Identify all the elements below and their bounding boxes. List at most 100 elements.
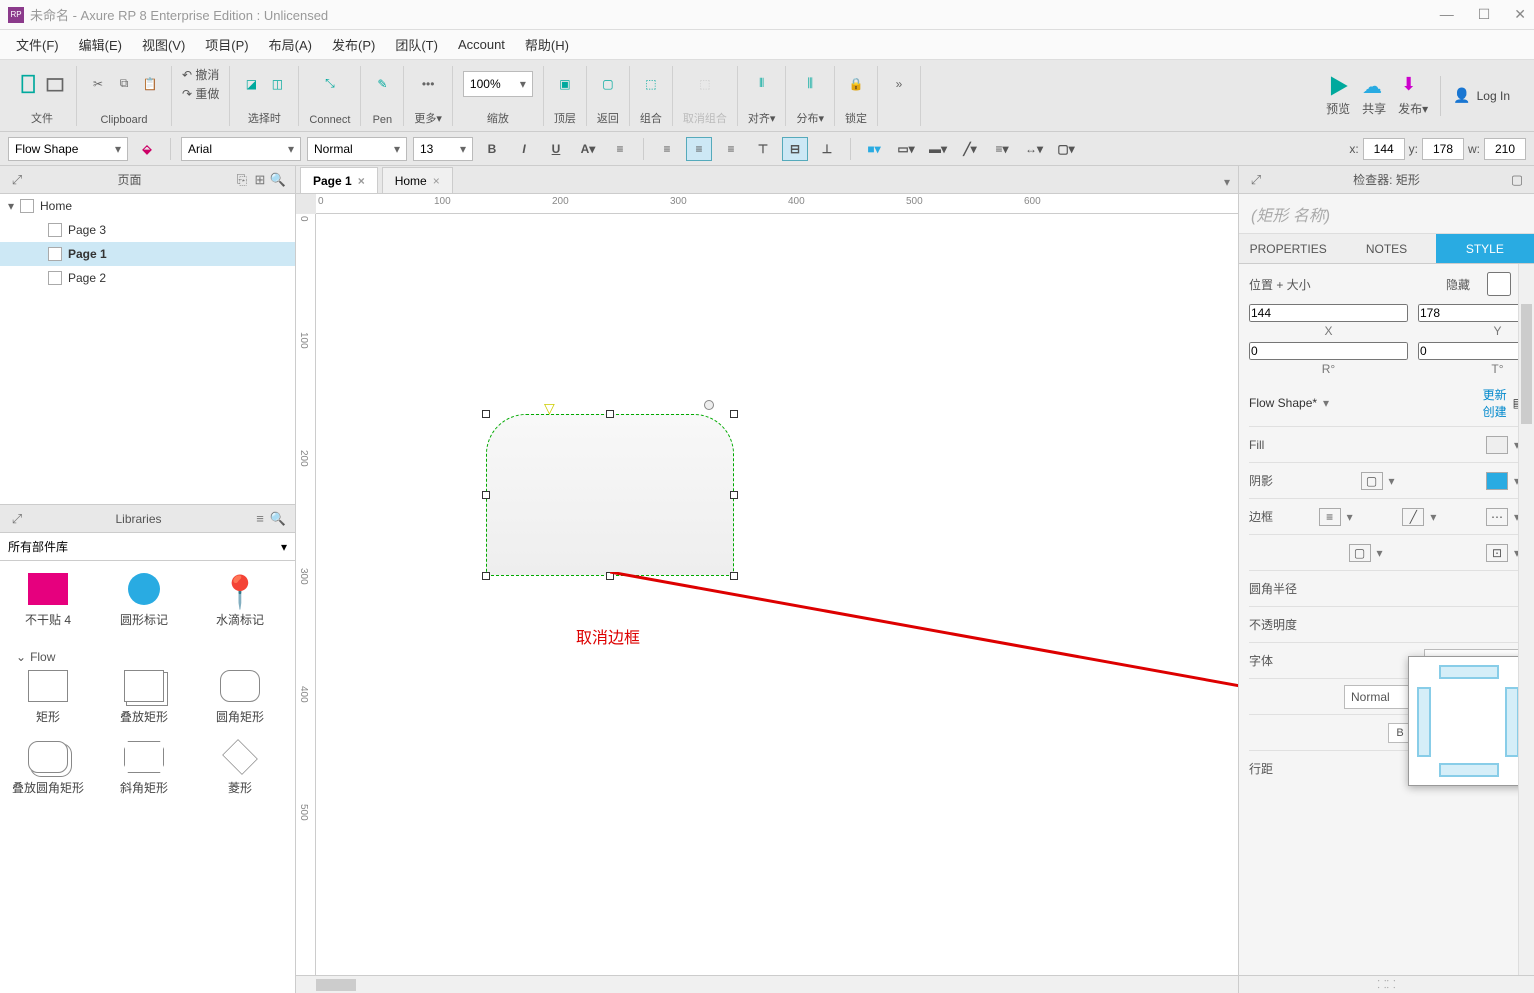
valign-bot-button[interactable]: ⊥ (814, 137, 840, 161)
group-icon[interactable]: ⬚ (640, 73, 662, 95)
line-width-button[interactable]: ▬▾ (925, 137, 951, 161)
resize-handle-w[interactable] (482, 491, 490, 499)
align-label[interactable]: 对齐▾ (748, 110, 776, 126)
paint-format-icon[interactable]: ⬙ (134, 137, 160, 161)
fill-color-button[interactable]: ■▾ (861, 137, 887, 161)
library-select[interactable]: 所有部件库 (0, 533, 295, 561)
menu-publish[interactable]: 发布(P) (324, 31, 383, 58)
bring-front-icon[interactable]: ▣ (554, 73, 576, 95)
lib-circle-marker[interactable]: 圆形标记 (104, 573, 184, 628)
close-button[interactable]: ✕ (1514, 6, 1526, 23)
arrow-style-button[interactable]: ↔▾ (1021, 137, 1047, 161)
fill-swatch[interactable] (1486, 436, 1508, 454)
open-file-icon[interactable] (44, 73, 66, 95)
size-select[interactable]: 13 (413, 137, 473, 161)
lock-icon[interactable]: 🔒 (845, 73, 867, 95)
menu-edit[interactable]: 编辑(E) (71, 31, 130, 58)
share-button[interactable]: ☁共享 (1362, 74, 1386, 117)
menu-team[interactable]: 团队(T) (387, 31, 446, 58)
new-file-icon[interactable] (18, 73, 40, 95)
redo-button[interactable]: ↷ 重做 (182, 85, 219, 102)
border-bottom-toggle[interactable] (1439, 763, 1499, 777)
shape-style-select[interactable]: Flow Shape (8, 137, 128, 161)
valign-mid-button[interactable]: ⊟ (782, 137, 808, 161)
border-top-toggle[interactable] (1439, 665, 1499, 679)
resize-handle-e[interactable] (730, 491, 738, 499)
tree-item-page1[interactable]: Page 1 (0, 242, 295, 266)
inner-shadow-swatch[interactable] (1486, 472, 1508, 490)
close-tab-icon[interactable]: × (433, 174, 440, 188)
italic-button[interactable]: I (511, 137, 537, 161)
corner-visibility-popup[interactable] (1408, 656, 1528, 786)
copy-icon[interactable]: ⧉ (113, 73, 135, 95)
preview-button[interactable]: 预览 (1326, 74, 1350, 117)
valign-top-button[interactable]: ⊤ (750, 137, 776, 161)
insp-y-input[interactable] (1418, 304, 1534, 322)
lib-pin-marker[interactable]: 📍水滴标记 (200, 573, 280, 628)
border-style-swatch[interactable]: ⋯ (1486, 508, 1508, 526)
menu-account[interactable]: Account (450, 33, 513, 56)
border-right-toggle[interactable] (1505, 687, 1519, 757)
x-input[interactable] (1363, 138, 1405, 160)
border-width-swatch[interactable]: ≡ (1319, 508, 1341, 526)
resize-handle-s[interactable] (606, 572, 614, 580)
insp-t-input[interactable] (1418, 342, 1534, 360)
pen-icon[interactable]: ✎ (371, 73, 393, 95)
cut-icon[interactable]: ✂ (87, 73, 109, 95)
line-style-button[interactable]: ╱▾ (957, 137, 983, 161)
widget-name-input[interactable]: (矩形 名称) (1239, 194, 1534, 234)
select-mode-icon[interactable]: ◪ (240, 73, 262, 95)
y-input[interactable] (1422, 138, 1464, 160)
connect-icon[interactable]: ⤡ (319, 73, 341, 95)
ungroup-icon[interactable]: ⬚ (694, 73, 716, 95)
inspector-scrollbar[interactable] (1518, 264, 1534, 975)
menu-view[interactable]: 视图(V) (134, 31, 193, 58)
align-right-button[interactable]: ≡ (718, 137, 744, 161)
close-tab-icon[interactable]: × (358, 174, 365, 188)
insp-x-input[interactable] (1249, 304, 1408, 322)
lib-stack-round[interactable]: 叠放圆角矩形 (8, 741, 88, 796)
border-visible-button[interactable]: ▢▾ (1053, 137, 1079, 161)
lib-sticky[interactable]: 不干贴 4 (8, 573, 88, 628)
menu-project[interactable]: 项目(P) (197, 31, 256, 58)
paste-icon[interactable]: 📋 (139, 73, 161, 95)
search-pages-icon[interactable]: 🔍 (269, 171, 287, 189)
lib-diamond[interactable]: 菱形 (200, 741, 280, 796)
resize-handle-nw[interactable] (482, 410, 490, 418)
lib-menu-icon[interactable]: ≡ (251, 510, 269, 528)
w-input[interactable] (1484, 138, 1526, 160)
lib-round-rect[interactable]: 圆角矩形 (200, 670, 280, 725)
menu-arrange[interactable]: 布局(A) (261, 31, 320, 58)
connector-handle-icon[interactable] (704, 400, 714, 410)
tab-properties[interactable]: PROPERTIES (1239, 234, 1337, 263)
bullets-button[interactable]: ≡ (607, 137, 633, 161)
insp-r-input[interactable] (1249, 342, 1408, 360)
style-name-select[interactable]: Flow Shape* (1249, 396, 1317, 410)
tab-home[interactable]: Home× (382, 167, 453, 193)
tab-style[interactable]: STYLE (1436, 234, 1534, 263)
border-visibility-swatch[interactable]: ▢ (1349, 544, 1371, 562)
resize-handle-sw[interactable] (482, 572, 490, 580)
text-color-button[interactable]: A▾ (575, 137, 601, 161)
resize-handle-n[interactable] (606, 410, 614, 418)
font-select[interactable]: Arial (181, 137, 301, 161)
more-label[interactable]: 更多▾ (414, 110, 442, 126)
weight-select[interactable]: Normal (307, 137, 407, 161)
inspector-page-icon[interactable]: ▢ (1508, 171, 1526, 189)
minimize-button[interactable]: — (1440, 6, 1454, 23)
lib-search-icon[interactable]: 🔍 (269, 510, 287, 528)
outer-shadow-swatch[interactable]: ▢ (1361, 472, 1383, 490)
zoom-select[interactable]: 100% (463, 71, 533, 97)
lib-rect[interactable]: 矩形 (8, 670, 88, 725)
select-contained-icon[interactable]: ◫ (266, 73, 288, 95)
align-icon[interactable]: ⫴ (751, 73, 773, 95)
border-left-toggle[interactable] (1417, 687, 1431, 757)
send-back-icon[interactable]: ▢ (597, 73, 619, 95)
lib-bevel[interactable]: 斜角矩形 (104, 741, 184, 796)
resize-handle-ne[interactable] (730, 410, 738, 418)
undo-button[interactable]: ↶ 撤消 (182, 66, 219, 83)
distribute-label[interactable]: 分布▾ (796, 110, 824, 126)
menu-file[interactable]: 文件(F) (8, 31, 67, 58)
canvas[interactable]: ▽ 取消边框 (316, 214, 1238, 975)
horizontal-scrollbar[interactable] (296, 975, 1238, 993)
